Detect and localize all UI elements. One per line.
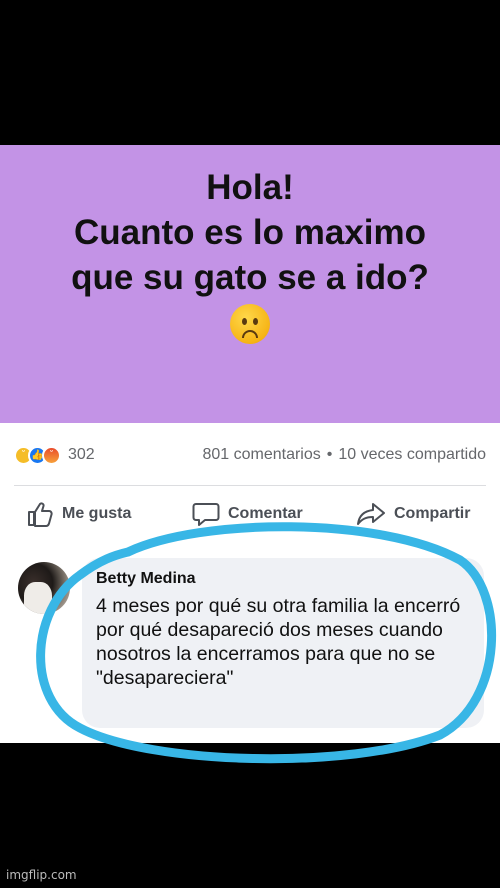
reaction-count[interactable]: 302 [68,446,95,464]
comment-label: Comentar [228,505,303,522]
divider [14,485,486,486]
share-label: Compartir [394,505,471,522]
comment-author[interactable]: Betty Medina [96,570,470,588]
avatar[interactable] [18,562,70,614]
reaction-icons[interactable]: ˘ 👍 ˘ [14,445,61,465]
angry-reaction-icon: ˘ [42,445,61,465]
comment-button[interactable]: Comentar [192,501,303,527]
post-footer: ˘ 👍 ˘ 302 801 comentarios • 10 veces com… [0,423,500,743]
thumbs-up-icon [28,502,53,527]
comment-text: 4 meses por qué su otra familia la encer… [96,595,461,689]
stats-separator: • [326,446,333,463]
post-line-2: Cuanto es lo maximo [73,213,427,252]
comment-bubble: Betty Medina 4 meses por qué su otra fam… [82,558,484,728]
sad-face-emoji-icon [230,304,270,344]
post-line-3: que su gato se a ido? [71,258,429,297]
comment-count[interactable]: 801 comentarios [202,446,320,464]
image-frame: Hola! Cuanto es lo maximo que su gato se… [0,0,500,888]
share-arrow-icon [357,503,385,525]
share-count[interactable]: 10 veces compartido [338,446,486,464]
post-line-1: Hola! [206,168,294,207]
share-button[interactable]: Compartir [356,501,470,527]
action-row: Me gusta Comentar Compartir [0,501,500,533]
like-label: Me gusta [62,505,132,522]
like-button[interactable]: Me gusta [26,501,131,527]
comment-icon [192,503,220,526]
stats-row: ˘ 👍 ˘ 302 801 comentarios • 10 veces com… [14,443,486,467]
watermark: imgflip.com [6,868,77,882]
post-banner: Hola! Cuanto es lo maximo que su gato se… [0,145,500,423]
